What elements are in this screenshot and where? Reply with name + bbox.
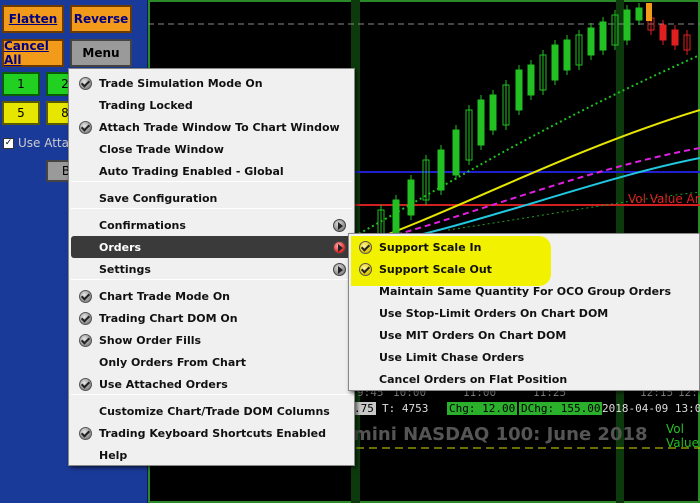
status-price: .75 — [352, 402, 376, 415]
candle-body — [659, 24, 667, 41]
menu-item-customize-chart-trade-dom-columns[interactable]: Customize Chart/Trade DOM Columns — [71, 400, 352, 422]
ma-line-yellow — [357, 109, 700, 246]
candle-body — [437, 149, 445, 191]
menu-item-label: Save Configuration — [99, 191, 218, 205]
menu-item-only-orders-from-chart[interactable]: Only Orders From Chart — [71, 351, 352, 373]
menu-item-confirmations[interactable]: Confirmations — [71, 214, 352, 236]
submenu-item-label: Support Scale In — [379, 240, 482, 254]
menu-item-label: Orders — [99, 240, 142, 254]
status-bar: .75 T: 4753 Chg: 12.00 DChg: 155.00 2018… — [352, 402, 700, 417]
menu-item-trading-locked[interactable]: Trading Locked — [71, 94, 352, 116]
menu-item-label: Trade Simulation Mode On — [99, 76, 263, 90]
candle-body — [599, 21, 607, 51]
menu-item-auto-trading-enabled-global[interactable]: Auto Trading Enabled - Global — [71, 160, 352, 182]
menu-item-label: Confirmations — [99, 218, 186, 232]
menu-item-label: Chart Trade Mode On — [99, 289, 230, 303]
vol-value-label: Vol Value Ar — [628, 192, 700, 206]
menu-item-trading-chart-dom-on[interactable]: Trading Chart DOM On — [71, 307, 352, 329]
submenu-item-cancel-orders-on-flat-position[interactable]: Cancel Orders on Flat Position — [351, 368, 697, 390]
menu-item-label: Help — [99, 448, 128, 462]
menu-item-use-attached-orders[interactable]: Use Attached Orders — [71, 373, 352, 395]
candle-body — [392, 199, 400, 236]
candle-body — [407, 179, 415, 216]
submenu-item-use-mit-orders-on-chart-dom[interactable]: Use MIT Orders On Chart DOM — [351, 324, 697, 346]
menu-item-label: Attach Trade Window To Chart Window — [99, 120, 340, 134]
candle-body — [477, 99, 485, 146]
menu-item-label: Trading Locked — [99, 98, 193, 112]
candle-body — [515, 69, 523, 111]
use-attached-checkbox[interactable]: ✓ — [3, 138, 14, 149]
submenu-item-label: Use Stop-Limit Orders On Chart DOM — [379, 306, 609, 320]
menu-item-label: Settings — [99, 262, 151, 276]
chart-watermark: mini NASDAQ 100: June 2018 — [353, 424, 648, 445]
submenu-item-label: Support Scale Out — [379, 262, 492, 276]
menu-item-save-configuration[interactable]: Save Configuration — [71, 187, 352, 209]
status-dchg: DChg: 155.00 — [519, 402, 603, 415]
orders-submenu: Support Scale In Support Scale Out Maintai… — [348, 233, 700, 391]
status-trades: T: 4753 — [382, 402, 429, 415]
menu-item-label: Use Attached Orders — [99, 377, 228, 391]
candle-body — [527, 64, 535, 96]
submenu-item-maintain-same-quantity-for-oco-group-orders[interactable]: Maintain Same Quantity For OCO Group Ord… — [351, 280, 697, 302]
use-attached-label: Use Attac — [18, 136, 76, 150]
candle-body — [563, 39, 571, 71]
menu-item-trade-simulation-mode-on[interactable]: Trade Simulation Mode On — [71, 72, 352, 94]
submenu-arrow-icon — [333, 262, 346, 276]
submenu-item-support-scale-in[interactable]: Support Scale In — [351, 236, 697, 258]
status-chg: Chg: 12.00 — [447, 402, 518, 415]
reverse-button[interactable]: Reverse — [70, 5, 132, 33]
submenu-arrow-icon — [333, 218, 346, 232]
candle-body-orange — [646, 3, 652, 21]
submenu-item-use-limit-chase-orders[interactable]: Use Limit Chase Orders — [351, 346, 697, 368]
submenu-item-use-stop-limit-orders-on-chart-dom[interactable]: Use Stop-Limit Orders On Chart DOM — [351, 302, 697, 324]
menu-item-label: Auto Trading Enabled - Global — [99, 164, 284, 178]
menu-item-chart-trade-mode-on[interactable]: Chart Trade Mode On — [71, 285, 352, 307]
check-icon — [79, 426, 92, 440]
vol-value-label-2: Vol Value — [666, 422, 699, 450]
menu-item-label: Trading Chart DOM On — [99, 311, 238, 325]
menu-item-label: Only Orders From Chart — [99, 355, 246, 369]
check-icon — [79, 377, 92, 391]
menu-item-label: Trading Keyboard Shortcuts Enabled — [99, 426, 326, 440]
menu-item-label: Close Trade Window — [99, 142, 224, 156]
check-icon — [79, 289, 92, 303]
submenu-item-label: Use Limit Chase Orders — [379, 350, 525, 364]
check-icon — [79, 311, 92, 325]
status-datetime: 2018-04-09 13:09:44 — [602, 402, 700, 415]
flatten-button[interactable]: Flatten — [2, 5, 64, 33]
menu-item-label: Show Order Fills — [99, 333, 202, 347]
menu-item-label: Customize Chart/Trade DOM Columns — [99, 404, 330, 418]
chart-trade-menu: Trade Simulation Mode On Trading Locked At… — [68, 68, 355, 466]
check-icon — [359, 262, 372, 276]
menu-item-help[interactable]: Help — [71, 444, 352, 466]
candle-body — [671, 29, 679, 46]
qty-button-1[interactable]: 1 — [2, 72, 40, 96]
menu-item-show-order-fills[interactable]: Show Order Fills — [71, 329, 352, 351]
submenu-item-label: Cancel Orders on Flat Position — [379, 372, 568, 386]
candle-body — [551, 44, 559, 81]
cancel-all-button[interactable]: Cancel All — [2, 39, 64, 67]
menu-item-attach-trade-window-to-chart-window[interactable]: Attach Trade Window To Chart Window — [71, 116, 352, 138]
submenu-item-label: Use MIT Orders On Chart DOM — [379, 328, 567, 342]
menu-item-close-trade-window[interactable]: Close Trade Window — [71, 138, 352, 160]
candle-body — [452, 129, 460, 176]
menu-item-settings[interactable]: Settings — [71, 258, 352, 280]
check-icon — [79, 120, 92, 134]
candle-body — [623, 9, 631, 41]
candle-body — [635, 7, 643, 21]
candle-body — [489, 94, 497, 131]
submenu-arrow-icon — [333, 240, 346, 254]
check-icon — [79, 333, 92, 347]
check-icon — [359, 240, 372, 254]
menu-item-trading-keyboard-shortcuts-enabled[interactable]: Trading Keyboard Shortcuts Enabled — [71, 422, 352, 444]
check-icon — [79, 76, 92, 90]
submenu-item-label: Maintain Same Quantity For OCO Group Ord… — [379, 284, 672, 298]
menu-button[interactable]: Menu — [70, 39, 132, 67]
qty-button-5[interactable]: 5 — [2, 101, 40, 125]
submenu-item-support-scale-out[interactable]: Support Scale Out — [351, 258, 697, 280]
menu-item-orders[interactable]: Orders — [71, 236, 352, 258]
candle-body — [587, 27, 595, 56]
